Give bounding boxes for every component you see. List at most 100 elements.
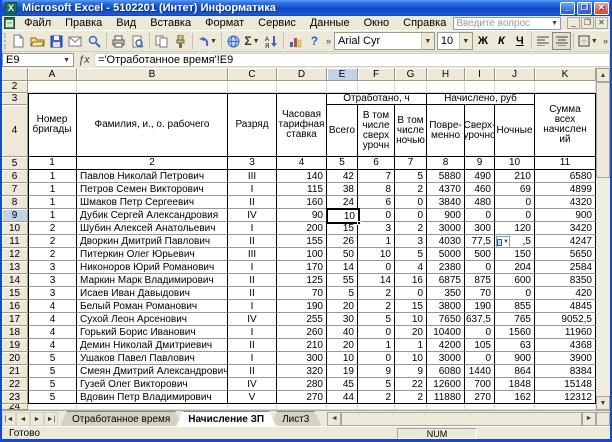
minimize-button[interactable]: _ (560, 2, 575, 15)
question-box[interactable]: Введите вопрос ▼ (453, 17, 561, 30)
cell-G10[interactable]: 2 (395, 222, 427, 235)
row-header-8[interactable]: 8 (2, 196, 28, 209)
cell-E2[interactable] (327, 81, 358, 93)
cell-J8[interactable]: 0 (495, 196, 535, 209)
cell-E6[interactable]: 42 (327, 170, 358, 183)
cell-B13[interactable]: Никоноров Юрий Романович (77, 261, 228, 274)
col-header-C[interactable]: C (228, 68, 277, 81)
cell-I10[interactable]: 300 (465, 222, 495, 235)
cell-C11[interactable]: II (228, 235, 277, 248)
cell-G13[interactable]: 4 (395, 261, 427, 274)
row-header-13[interactable]: 13 (2, 261, 28, 274)
cell-B18[interactable]: Горький Борис Иванович (77, 326, 228, 339)
cell-J19[interactable]: 63 (495, 339, 535, 352)
cell-E16[interactable]: 20 (327, 300, 358, 313)
cell-A18[interactable]: 4 (28, 326, 77, 339)
cell-C2[interactable] (228, 81, 277, 93)
scroll-up-icon[interactable]: ▲ (596, 68, 610, 82)
cell-J17[interactable]: 765 (495, 313, 535, 326)
cell-C8[interactable]: II (228, 196, 277, 209)
col-header-K[interactable]: K (535, 68, 596, 81)
cell-F12[interactable]: 10 (358, 248, 395, 261)
cell-I21[interactable]: 1440 (465, 365, 495, 378)
align-left-button[interactable] (534, 32, 552, 50)
cell-B5[interactable]: 2 (77, 157, 228, 170)
cell-H23[interactable]: 11880 (427, 391, 465, 404)
menu-файл[interactable]: Файл (17, 17, 58, 29)
cell-F5[interactable]: 6 (358, 157, 395, 170)
cell-C19[interactable]: II (228, 339, 277, 352)
cell-F15[interactable]: 2 (358, 287, 395, 300)
cell-H14[interactable]: 6875 (427, 274, 465, 287)
cell-B20[interactable]: Ушаков Павел Павлович (77, 352, 228, 365)
cell-G5[interactable]: 7 (395, 157, 427, 170)
cell-D5[interactable]: 4 (277, 157, 327, 170)
cell-F23[interactable]: 2 (358, 391, 395, 404)
col-header-D[interactable]: D (277, 68, 327, 81)
header-cell-J4[interactable]: Ночные (495, 105, 535, 157)
title-bar[interactable]: X Microsoft Excel - 5102201 (Интет) Инфо… (0, 0, 612, 16)
cell-G17[interactable]: 10 (395, 313, 427, 326)
col-header-I[interactable]: I (465, 68, 495, 81)
row-header-15[interactable]: 15 (2, 287, 28, 300)
cell-A12[interactable]: 2 (28, 248, 77, 261)
menu-формат[interactable]: Формат (198, 17, 251, 29)
cell-I6[interactable]: 490 (465, 170, 495, 183)
header-cell-D3[interactable]: Часовая тарифная ставка (277, 93, 327, 157)
cell-B2[interactable] (77, 81, 228, 93)
cell-D19[interactable]: 210 (277, 339, 327, 352)
cell-K10[interactable]: 3420 (535, 222, 596, 235)
cell-D2[interactable] (277, 81, 327, 93)
cell-D23[interactable]: 270 (277, 391, 327, 404)
row-header-23[interactable]: 23 (2, 391, 28, 404)
name-box[interactable]: E9 ▼ (2, 53, 74, 67)
col-header-E[interactable]: E (327, 68, 358, 81)
row-header-9[interactable]: 9 (2, 209, 28, 222)
cell-G20[interactable]: 10 (395, 352, 427, 365)
cell-I23[interactable]: 270 (465, 391, 495, 404)
cell-I17[interactable]: 637,5 (465, 313, 495, 326)
cell-B6[interactable]: Павлов Николай Петрович (77, 170, 228, 183)
cell-G8[interactable]: 0 (395, 196, 427, 209)
vscroll-thumb[interactable] (596, 82, 610, 178)
cell-C23[interactable]: V (228, 391, 277, 404)
cell-H7[interactable]: 4370 (427, 183, 465, 196)
cell-G9[interactable]: 0 (395, 209, 427, 222)
chevron-down-icon[interactable]: ▼ (252, 38, 261, 45)
cell-A8[interactable]: 1 (28, 196, 77, 209)
cell-F7[interactable]: 8 (358, 183, 395, 196)
cell-C10[interactable]: I (228, 222, 277, 235)
vertical-scrollbar[interactable]: ▲ ▼ (596, 68, 610, 410)
cell-A10[interactable]: 2 (28, 222, 77, 235)
sheet-tab-отработанное-время[interactable]: Отработанное время (60, 411, 182, 426)
cell-B7[interactable]: Петров Семен Викторович (77, 183, 228, 196)
cell-I15[interactable]: 70 (465, 287, 495, 300)
col-header-J[interactable]: J (495, 68, 535, 81)
cell-B21[interactable]: Смеян Дмитрий Александрович (77, 365, 228, 378)
cell-G19[interactable]: 1 (395, 339, 427, 352)
row-header-2[interactable]: 2 (2, 81, 28, 93)
cell-I18[interactable]: 0 (465, 326, 495, 339)
cell-K13[interactable]: 2584 (535, 261, 596, 274)
cell-G11[interactable]: 3 (395, 235, 427, 248)
cell-C12[interactable]: III (228, 248, 277, 261)
row-header-10[interactable]: 10 (2, 222, 28, 235)
cell-K5[interactable]: 11 (535, 157, 596, 170)
row-header-22[interactable]: 22 (2, 378, 28, 391)
cell-J12[interactable]: 150 (495, 248, 535, 261)
cell-C22[interactable]: IV (228, 378, 277, 391)
cell-B19[interactable]: Демин Николай Дмитриевич (77, 339, 228, 352)
cell-C9[interactable]: IV (228, 209, 277, 222)
cell-H2[interactable] (427, 81, 465, 93)
cell-F13[interactable]: 0 (358, 261, 395, 274)
cell-E5[interactable]: 5 (327, 157, 358, 170)
cell-E12[interactable]: 50 (327, 248, 358, 261)
row-header-19[interactable]: 19 (2, 339, 28, 352)
cell-G23[interactable]: 2 (395, 391, 427, 404)
row-header-17[interactable]: 17 (2, 313, 28, 326)
scroll-right-icon[interactable]: ► (582, 412, 596, 426)
header-cell-H4[interactable]: Повре- менно (427, 105, 465, 157)
save-button[interactable] (47, 32, 66, 51)
chevron-down-icon[interactable]: ▼ (551, 20, 558, 27)
cell-E17[interactable]: 30 (327, 313, 358, 326)
